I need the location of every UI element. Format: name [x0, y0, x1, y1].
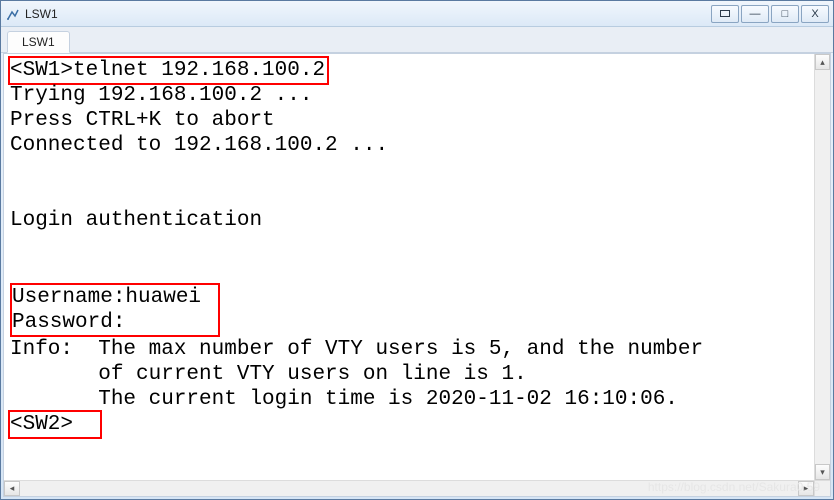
- chevron-right-icon: ▸: [804, 483, 809, 494]
- terminal-line: The current login time is 2020-11-02 16:…: [10, 388, 678, 411]
- app-window: LSW1 — □ X LSW1 <SW1>telnet 192.168.100.…: [0, 0, 834, 500]
- maximize-button[interactable]: □: [771, 5, 799, 23]
- chevron-left-icon: ◂: [10, 483, 15, 494]
- terminal-line: Connected to 192.168.100.2 ...: [10, 134, 388, 157]
- scroll-corner: [814, 480, 830, 496]
- chevron-up-icon: ▴: [820, 57, 825, 68]
- terminal-output[interactable]: <SW1>telnet 192.168.100.2 Trying 192.168…: [4, 54, 814, 480]
- tab-label: LSW1: [22, 35, 55, 49]
- scroll-right-button[interactable]: ▸: [798, 481, 814, 496]
- horizontal-scrollbar[interactable]: ◂ ▸: [4, 480, 814, 496]
- window-controls: — □ X: [711, 5, 829, 23]
- title-bar: LSW1 — □ X: [1, 1, 833, 27]
- minimize-button[interactable]: —: [741, 5, 769, 23]
- terminal-line: Info: The max number of VTY users is 5, …: [10, 338, 703, 361]
- detach-icon: [720, 10, 730, 17]
- terminal-line: Press CTRL+K to abort: [10, 109, 275, 132]
- tab-bar: LSW1: [1, 27, 833, 53]
- vertical-scrollbar[interactable]: ▴ ▾: [814, 54, 830, 480]
- terminal-line: Password:: [12, 311, 125, 334]
- command-telnet: telnet 192.168.100.2: [73, 59, 325, 82]
- highlight-command: <SW1>telnet 192.168.100.2: [10, 58, 327, 83]
- terminal-container: <SW1>telnet 192.168.100.2 Trying 192.168…: [3, 53, 831, 497]
- close-button[interactable]: X: [801, 5, 829, 23]
- scroll-left-button[interactable]: ◂: [4, 481, 20, 496]
- tab-lsw1[interactable]: LSW1: [7, 31, 70, 53]
- chevron-down-icon: ▾: [820, 467, 825, 478]
- highlight-credentials: Username:huawei Password:: [10, 283, 220, 337]
- terminal-line: Username:huawei: [12, 286, 201, 309]
- window-title: LSW1: [25, 7, 711, 21]
- prompt-sw1: <SW1>: [10, 59, 73, 82]
- terminal-line: of current VTY users on line is 1.: [10, 363, 527, 386]
- close-icon: X: [811, 8, 818, 20]
- terminal-line: Login authentication: [10, 209, 262, 232]
- highlight-prompt-sw2: <SW2>: [10, 412, 100, 437]
- terminal-line: Trying 192.168.100.2 ...: [10, 84, 312, 107]
- scroll-up-button[interactable]: ▴: [815, 54, 830, 70]
- scroll-down-button[interactable]: ▾: [815, 464, 830, 480]
- detach-button[interactable]: [711, 5, 739, 23]
- app-icon: [5, 6, 21, 22]
- maximize-icon: □: [782, 8, 789, 20]
- scroll-track[interactable]: [815, 70, 830, 464]
- prompt-sw2: <SW2>: [10, 413, 73, 436]
- minimize-icon: —: [750, 8, 761, 20]
- scroll-track-h[interactable]: [20, 481, 798, 496]
